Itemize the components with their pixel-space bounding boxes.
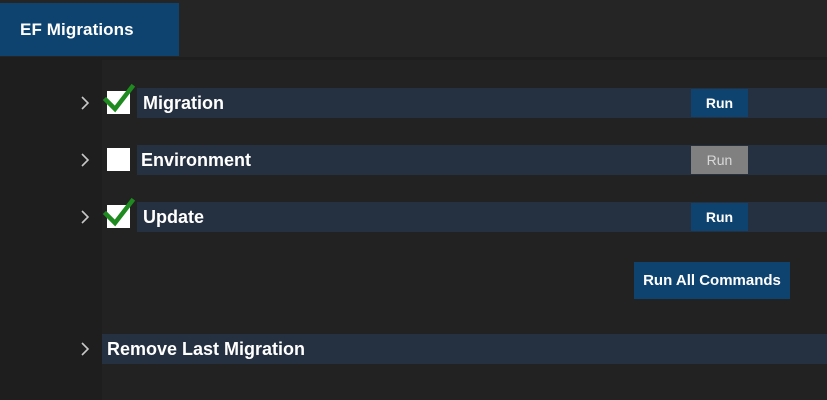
row-label[interactable]: Remove Last Migration — [107, 334, 305, 364]
run-environment-button[interactable]: Run — [691, 146, 748, 174]
run-update-button[interactable]: Run — [691, 203, 748, 231]
row-label: Update — [143, 207, 205, 227]
chevron-right-icon[interactable] — [78, 334, 92, 364]
chevron-right-icon[interactable] — [78, 202, 92, 232]
checkmark-icon — [102, 83, 136, 113]
tab-ef-migrations[interactable]: EF Migrations — [0, 3, 179, 56]
row-label: Environment — [141, 150, 252, 170]
update-checkbox[interactable] — [102, 197, 136, 228]
run-migration-button[interactable]: Run — [691, 89, 748, 117]
checkmark-icon — [102, 197, 136, 227]
chevron-right-icon[interactable] — [78, 88, 92, 118]
command-row-migration: Migration Run — [0, 83, 827, 118]
command-row-update: Update Run — [0, 197, 827, 232]
migration-checkbox[interactable] — [102, 83, 136, 114]
top-bar: EF Migrations — [0, 0, 827, 57]
command-row-remove-last-migration: Remove Last Migration — [0, 334, 827, 364]
environment-checkbox[interactable] — [107, 148, 130, 171]
chevron-right-icon[interactable] — [78, 145, 92, 175]
run-all-commands-button[interactable]: Run All Commands — [634, 262, 790, 299]
row-label: Migration — [143, 93, 224, 113]
command-row-environment: Environment Run — [0, 145, 827, 175]
